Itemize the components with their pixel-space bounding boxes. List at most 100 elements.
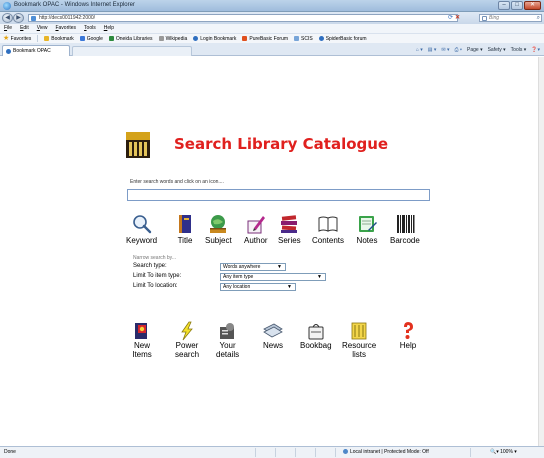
- back-button[interactable]: ◀: [2, 13, 13, 23]
- fav-link-spiderbasic[interactable]: SpiderBasic forum: [318, 35, 367, 42]
- fav-link-login-bookmark[interactable]: Login Bookmark: [193, 35, 236, 42]
- divider: [37, 35, 39, 42]
- fav-link-wikipedia[interactable]: Wikipedia: [158, 35, 187, 42]
- pen-paper-icon: [247, 216, 265, 234]
- favorites-button[interactable]: ★ Favorites: [3, 35, 31, 43]
- resource-lists-icon: [351, 322, 367, 340]
- series-button[interactable]: Series: [278, 213, 301, 245]
- close-button[interactable]: ✕: [524, 1, 541, 10]
- vertical-scrollbar[interactable]: [538, 57, 544, 446]
- page-icon: [31, 16, 36, 21]
- address-bar[interactable]: http://decs0011942:2000/: [28, 14, 458, 22]
- news-button[interactable]: News: [262, 321, 284, 350]
- item-type-select[interactable]: Any item type ▼: [220, 273, 326, 281]
- help-button[interactable]: Help: [398, 321, 418, 350]
- tab-bookmark-opac[interactable]: Bookmark OPAC: [2, 45, 70, 56]
- help-icon: [404, 322, 413, 339]
- favorites-bar: ★ Favorites Bookmark Google Oneida Libra…: [0, 33, 544, 43]
- zoom-control[interactable]: 🔍▾ 100% ▾: [490, 447, 517, 458]
- stop-icon[interactable]: ✕: [455, 14, 460, 22]
- catalogue-search-input[interactable]: [127, 189, 430, 201]
- bookmark-logo: [126, 132, 150, 158]
- lightning-icon: [181, 321, 193, 341]
- open-book-icon: [318, 216, 338, 232]
- menu-edit[interactable]: Edit: [20, 24, 29, 33]
- book-icon: [179, 215, 191, 233]
- security-zone[interactable]: Local intranet | Protected Mode: Off: [343, 447, 429, 458]
- star-icon: ★: [3, 34, 10, 42]
- fav-link-purebasic[interactable]: PureBasic Forum: [242, 35, 288, 42]
- maximize-button[interactable]: □: [511, 1, 523, 10]
- resource-lists-button[interactable]: Resource lists: [342, 321, 376, 359]
- tools-menu[interactable]: Tools ▾: [511, 46, 527, 54]
- page-content: [0, 57, 544, 446]
- fav-link-oneida[interactable]: Oneida Libraries: [108, 35, 153, 42]
- news-icon: [263, 323, 283, 338]
- search-type-label: Search type:: [133, 263, 167, 269]
- item-type-label: Limit To item type:: [133, 273, 182, 279]
- divider: [295, 448, 296, 457]
- tab-bar: Bookmark OPAC ⌂ ▾ ▤ ▾ ✉ ▾ ⎙ ▾ Page ▾ Saf…: [0, 43, 544, 56]
- globe-books-icon: [210, 215, 227, 233]
- search-icon[interactable]: ⌕: [537, 15, 540, 22]
- safety-menu[interactable]: Safety ▾: [488, 46, 506, 54]
- menu-tools[interactable]: Tools: [84, 24, 96, 33]
- menu-file[interactable]: File: [4, 24, 12, 33]
- new-tab-button[interactable]: [72, 46, 192, 56]
- intranet-icon: [343, 449, 348, 454]
- title-button[interactable]: Title: [174, 213, 196, 245]
- search-box[interactable]: Bing ⌕: [479, 14, 542, 22]
- location-label: Limit To location:: [133, 283, 178, 289]
- address-row: ◀ ▶ http://decs0011942:2000/ ⟳ ✕ Bing ⌕: [0, 12, 544, 24]
- refresh-icon[interactable]: ⟳: [448, 14, 453, 22]
- fav-link-bookmark[interactable]: Bookmark: [44, 35, 74, 42]
- contents-button[interactable]: Contents: [312, 213, 344, 245]
- menu-help[interactable]: Help: [104, 24, 114, 33]
- address-actions: ⟳ ✕: [448, 14, 460, 22]
- chevron-down-icon: ▼: [287, 284, 292, 290]
- author-button[interactable]: Author: [244, 213, 268, 245]
- new-items-icon: [135, 323, 147, 339]
- divider: [315, 448, 316, 457]
- search-provider-icon: [482, 16, 487, 21]
- menu-view[interactable]: View: [37, 24, 48, 33]
- status-bar: Done Local intranet | Protected Mode: Of…: [0, 446, 544, 458]
- new-items-button[interactable]: New Items: [132, 321, 152, 359]
- location-select[interactable]: Any location ▼: [220, 283, 296, 291]
- menu-favorites[interactable]: Favorites: [55, 24, 76, 33]
- window-title-bar: Bookmark OPAC - Windows Internet Explore…: [0, 0, 544, 12]
- print-icon[interactable]: ⎙ ▾: [455, 46, 463, 54]
- address-url[interactable]: http://decs0011942:2000/: [39, 15, 95, 22]
- search-type-select[interactable]: Words anywhere ▼: [220, 263, 286, 271]
- status-text: Done: [4, 449, 16, 455]
- subject-button[interactable]: Subject: [205, 213, 232, 245]
- help-menu-icon[interactable]: ❓▾: [531, 46, 540, 54]
- fav-link-scis[interactable]: SCIS: [294, 35, 313, 42]
- bookbag-icon: [308, 324, 324, 340]
- forward-button[interactable]: ▶: [13, 13, 24, 23]
- page-menu[interactable]: Page ▾: [467, 46, 483, 54]
- barcode-icon: [396, 215, 415, 233]
- command-bar: ⌂ ▾ ▤ ▾ ✉ ▾ ⎙ ▾ Page ▾ Safety ▾ Tools ▾ …: [416, 46, 540, 54]
- fav-link-google[interactable]: Google: [79, 35, 103, 42]
- barcode-button[interactable]: Barcode: [390, 213, 420, 245]
- page-title: Search Library Catalogue: [174, 135, 389, 153]
- chevron-down-icon: ▼: [277, 264, 282, 270]
- narrow-search-title: Narrow search by...: [133, 255, 176, 261]
- window-title: Bookmark OPAC - Windows Internet Explore…: [14, 2, 135, 8]
- notepad-icon: [359, 216, 377, 232]
- feeds-icon[interactable]: ▤ ▾: [428, 46, 437, 54]
- home-icon[interactable]: ⌂ ▾: [416, 46, 423, 54]
- your-details-button[interactable]: Your details: [216, 321, 239, 359]
- divider: [335, 448, 336, 457]
- search-placeholder: Bing: [489, 15, 500, 21]
- mail-icon[interactable]: ✉ ▾: [441, 46, 449, 54]
- minimize-button[interactable]: –: [498, 1, 510, 10]
- notes-button[interactable]: Notes: [356, 213, 378, 245]
- bookbag-button[interactable]: Bookbag: [300, 321, 332, 350]
- search-buttons: Keyword Title Subject Author Series Cont…: [0, 213, 544, 249]
- ie-logo-icon: [3, 2, 11, 10]
- divider: [255, 448, 256, 457]
- power-search-button[interactable]: Power search: [175, 321, 199, 359]
- keyword-button[interactable]: Keyword: [126, 213, 157, 245]
